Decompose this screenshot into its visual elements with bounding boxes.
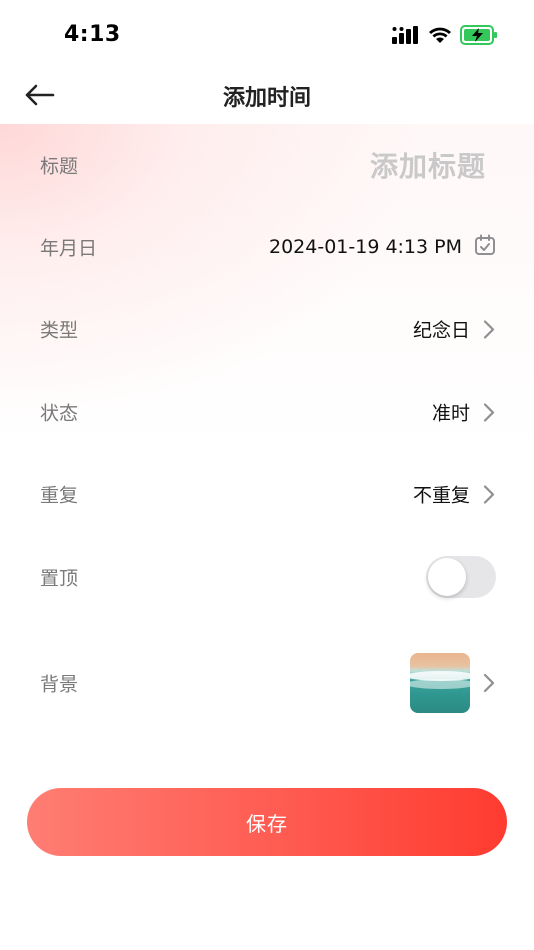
title-label: 标题: [40, 155, 79, 178]
toggle-knob: [428, 558, 466, 596]
pin-label: 置顶: [40, 567, 79, 590]
pin-toggle[interactable]: [426, 556, 496, 598]
repeat-label: 重复: [40, 484, 79, 507]
save-button-label: 保存: [246, 811, 288, 836]
wifi-icon: [428, 26, 452, 48]
date-value: 2024-01-19 4:13 PM: [268, 236, 462, 258]
page-title: 添加时间: [222, 86, 311, 111]
repeat-value: 不重复: [412, 484, 470, 507]
row-title[interactable]: 标题 添加标题: [0, 124, 534, 206]
battery-charging-icon: [460, 25, 498, 49]
chevron-right-icon: [482, 401, 496, 423]
row-repeat[interactable]: 重复 不重复: [0, 453, 534, 535]
row-status[interactable]: 状态 准时: [0, 371, 534, 453]
status-bar: 4:13: [0, 0, 534, 70]
chevron-right-icon: [482, 672, 496, 694]
nav-bar: 添加时间: [0, 70, 534, 122]
date-label: 年月日: [40, 237, 98, 260]
chevron-right-icon: [482, 318, 496, 340]
status-time: 4:13: [64, 22, 121, 47]
chevron-right-icon: [482, 483, 496, 505]
add-event-screen: 4:13 添加时间 标题 添加标题 年月日 2024-01-19 4:13 PM…: [0, 0, 534, 950]
type-value: 纪念日: [412, 319, 470, 342]
status-label: 状态: [40, 402, 79, 425]
row-date[interactable]: 年月日 2024-01-19 4:13 PM: [0, 206, 534, 288]
type-label: 类型: [40, 319, 79, 342]
status-icons: [392, 25, 498, 49]
wave-shape: [410, 679, 470, 689]
title-input[interactable]: 添加标题: [370, 145, 486, 185]
row-type[interactable]: 类型 纪念日: [0, 288, 534, 370]
status-value: 准时: [431, 402, 470, 425]
background-thumbnail[interactable]: [410, 653, 470, 713]
signal-icon: [392, 26, 420, 48]
save-button[interactable]: 保存: [27, 788, 507, 856]
calendar-check-icon[interactable]: [474, 234, 496, 260]
row-background[interactable]: 背景: [0, 640, 534, 726]
row-pin: 置顶: [0, 536, 534, 618]
background-label: 背景: [40, 673, 79, 696]
